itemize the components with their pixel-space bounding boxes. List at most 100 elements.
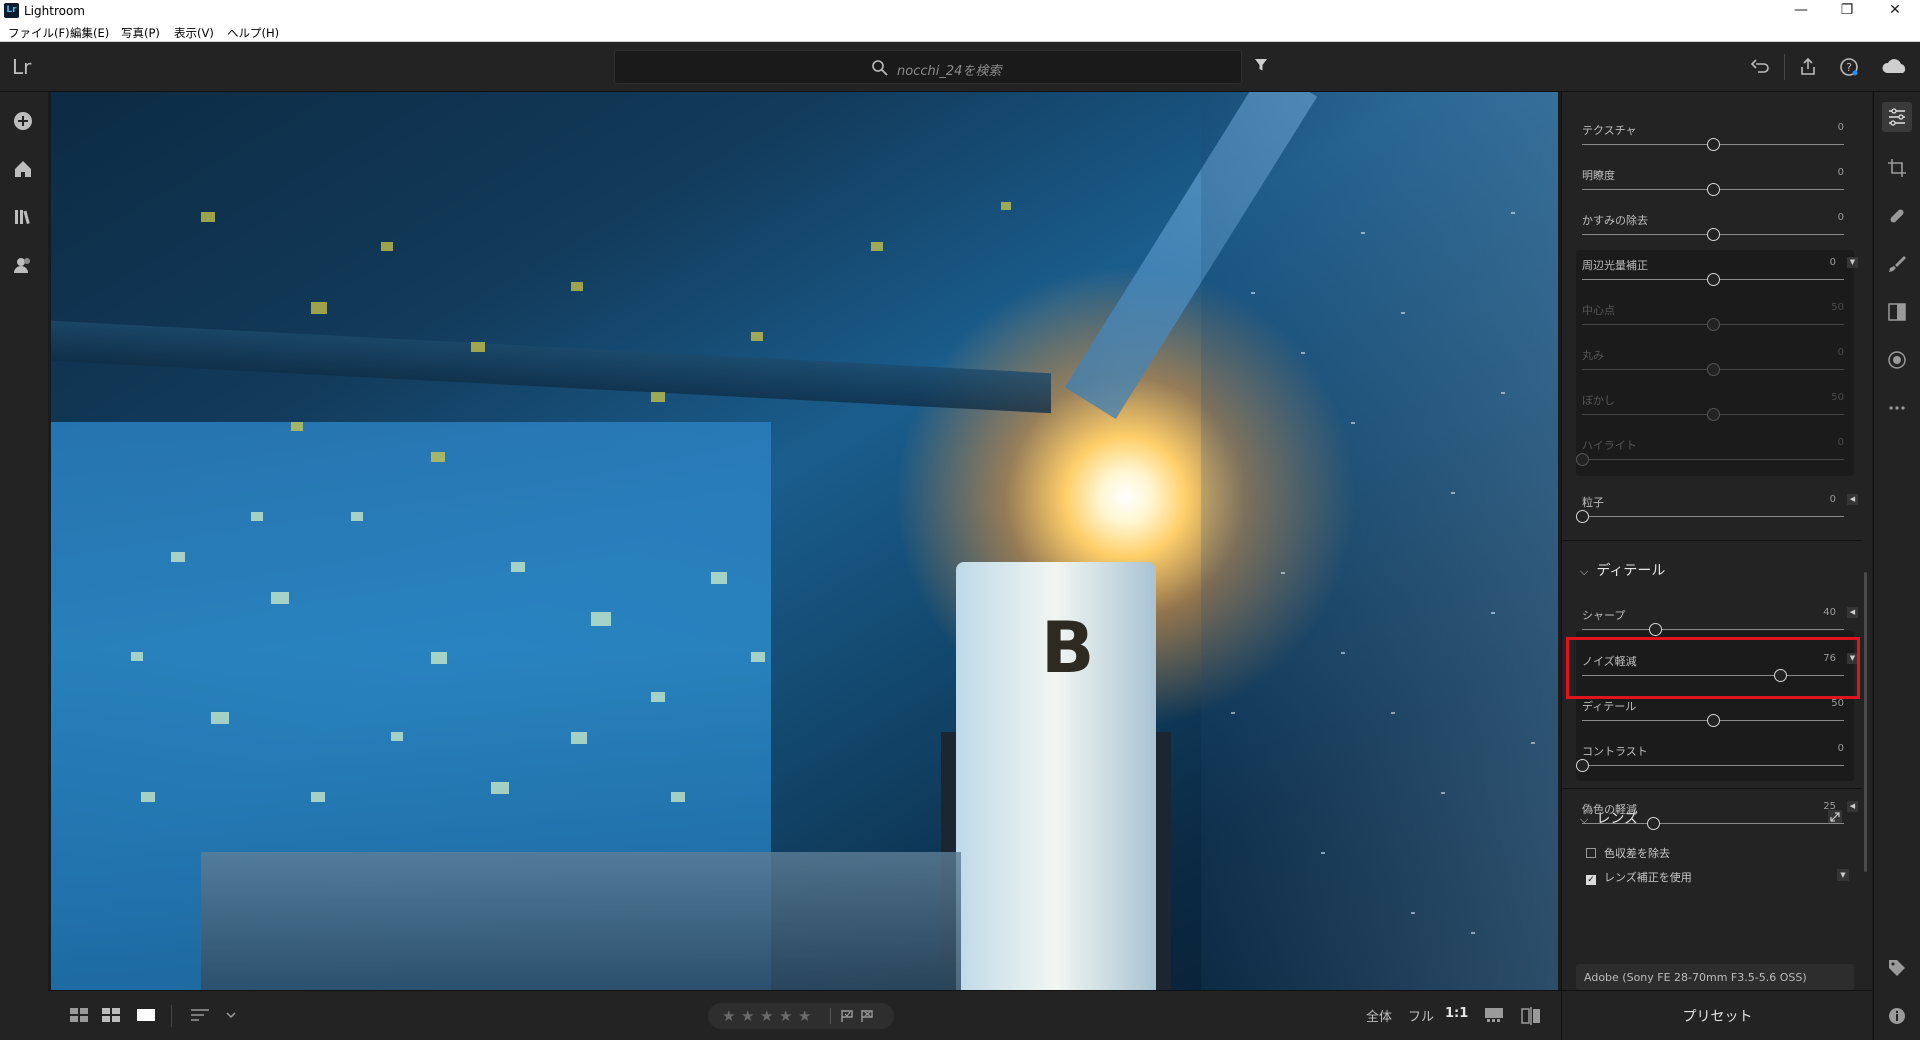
rating-star-2[interactable]: ★ [741,1007,754,1025]
photo-canvas[interactable]: B [51,92,1558,990]
menu-help[interactable]: ヘルプ(H) [227,25,279,41]
minimize-button[interactable]: — [1778,0,1824,22]
slider-value[interactable]: 40 [1823,607,1836,618]
zoom-fit[interactable]: 全体 [1366,1006,1392,1025]
expand-arrow-icon[interactable]: ◀ [1847,801,1858,812]
dehaze-slider[interactable]: かすみの除去 0 [1582,212,1850,252]
compare-icon[interactable] [1521,1007,1541,1025]
collapse-arrow-icon[interactable]: ▼ [1847,257,1858,268]
expand-arrow-icon[interactable]: ◀ [1847,607,1858,618]
slider-value[interactable]: 50 [1831,392,1844,403]
rating-star-5[interactable]: ★ [798,1007,811,1025]
undo-icon[interactable] [1750,56,1772,78]
cloud-icon[interactable] [1880,56,1910,78]
slider-thumb[interactable] [1707,273,1720,286]
rating-star-4[interactable]: ★ [779,1007,792,1025]
rating-star-3[interactable]: ★ [760,1007,773,1025]
menu-view[interactable]: 表示(V) [174,25,214,41]
people-icon[interactable] [12,254,34,276]
expand-arrow-icon[interactable]: ◀ [1847,494,1858,505]
slider-thumb[interactable] [1707,138,1720,151]
close-button[interactable]: ✕ [1872,0,1918,22]
midpoint-slider[interactable]: 中心点 50 [1582,302,1850,342]
radial-gradient-icon[interactable] [1887,350,1907,370]
lens-profile-checkbox[interactable]: ✓ [1586,875,1596,885]
lens-profile-checkbox-row[interactable]: ✓ レンズ補正を使用 [1586,869,1692,885]
home-icon[interactable] [12,158,34,180]
slider-thumb[interactable] [1707,228,1720,241]
help-icon[interactable]: ? [1838,56,1860,78]
filter-icon[interactable] [1254,58,1268,72]
lens-profile-dropdown-icon[interactable]: ▼ [1837,869,1849,881]
slider-thumb[interactable] [1707,408,1720,421]
share-icon[interactable] [1797,56,1819,78]
texture-slider[interactable]: テクスチャ 0 [1582,122,1850,162]
slider-thumb[interactable] [1646,817,1660,830]
zoom-fill[interactable]: フル [1408,1006,1434,1025]
panel-scrollbar[interactable] [1864,572,1867,872]
slider-track[interactable] [1582,765,1844,766]
slider-value[interactable]: 0 [1830,257,1836,268]
rating-star-1[interactable]: ★ [722,1007,735,1025]
slider-track[interactable] [1582,459,1844,460]
maximize-button[interactable]: ❐ [1824,0,1870,22]
brush-icon[interactable] [1887,254,1907,274]
menu-photo[interactable]: 写真(P) [121,25,160,41]
edit-tool-button[interactable] [1882,102,1912,132]
slider-thumb[interactable] [1576,453,1589,466]
slider-value[interactable]: 0 [1838,437,1844,448]
slider-track[interactable] [1582,823,1844,824]
slider-value[interactable]: 0 [1838,212,1844,223]
add-photos-icon[interactable] [12,110,34,132]
slider-thumb[interactable] [1707,363,1720,376]
noise-contrast-slider[interactable]: コントラスト 0 [1576,743,1850,783]
slider-thumb[interactable] [1576,759,1589,772]
noise-detail-slider[interactable]: ディテール 50 [1582,698,1850,738]
flag-pick-icon[interactable] [840,1009,854,1023]
slider-track[interactable] [1582,629,1844,630]
slider-thumb[interactable] [1707,318,1720,331]
tag-icon[interactable] [1887,958,1907,978]
clarity-slider[interactable]: 明瞭度 0 [1582,167,1850,207]
search-input[interactable]: nocchi_24を検索 [614,50,1242,84]
vignette-slider[interactable]: 周辺光量補正 0 ▼ [1582,257,1858,297]
square-grid-icon[interactable] [70,1007,88,1023]
chevron-down-icon[interactable] [226,1011,236,1019]
slider-value[interactable]: 0 [1830,494,1836,505]
slider-value[interactable]: 50 [1831,302,1844,313]
slider-thumb[interactable] [1707,714,1720,727]
sort-icon[interactable] [190,1007,210,1023]
linear-gradient-icon[interactable] [1887,302,1907,322]
detail-section-header[interactable]: ⌵ ディテール [1580,560,1665,580]
slider-value[interactable]: 0 [1838,743,1844,754]
detail-view-icon[interactable] [137,1007,155,1023]
info-icon[interactable] [1887,1006,1907,1026]
feather-slider[interactable]: ぼかし 50 [1582,392,1850,432]
lens-profile-select[interactable]: Adobe (Sony FE 28-70mm F3.5-5.6 OSS) [1576,964,1854,990]
slider-value[interactable]: 50 [1831,698,1844,709]
slider-value[interactable]: 0 [1838,167,1844,178]
library-icon[interactable] [12,206,34,228]
grain-slider[interactable]: 粒子 0 ◀ [1576,494,1858,534]
slider-thumb[interactable] [1649,623,1663,636]
roundness-slider[interactable]: 丸み 0 [1582,347,1850,387]
menu-edit[interactable]: 編集(E) [70,25,109,41]
more-icon[interactable] [1887,398,1907,418]
menu-file[interactable]: ファイル(F) [8,25,70,41]
slider-value[interactable]: 0 [1838,347,1844,358]
slider-thumb[interactable] [1576,510,1589,523]
presets-button[interactable]: プリセット [1562,1006,1873,1026]
before-after-icon[interactable] [1484,1007,1504,1023]
color-noise-slider[interactable]: 偽色の軽減 25 ◀ [1582,801,1858,841]
slider-track[interactable] [1582,516,1844,517]
slider-value[interactable]: 25 [1823,801,1836,812]
remove-ca-checkbox[interactable] [1586,848,1596,858]
photo-grid-icon[interactable] [102,1007,120,1023]
crop-icon[interactable] [1887,158,1907,178]
highlights-slider[interactable]: ハイライト 0 [1576,437,1850,477]
slider-thumb[interactable] [1707,183,1720,196]
flag-reject-icon[interactable] [860,1009,874,1023]
healing-icon[interactable] [1887,206,1907,226]
zoom-1to1[interactable]: 1:1 [1445,1006,1468,1021]
remove-ca-checkbox-row[interactable]: 色収差を除去 [1586,845,1670,861]
